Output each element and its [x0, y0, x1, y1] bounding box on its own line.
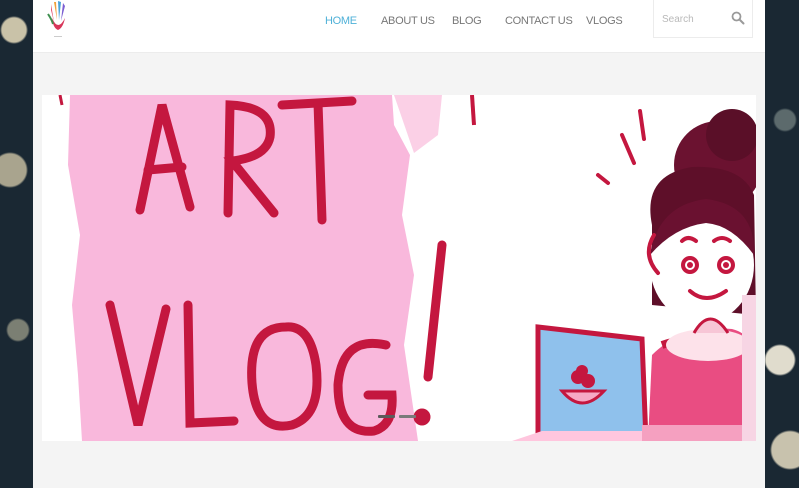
site-logo[interactable] [45, 0, 71, 40]
site-header: HOME ABOUT US BLOG CONTACT US VLOGS [33, 0, 765, 53]
search-box [653, 0, 753, 38]
search-input[interactable] [662, 10, 732, 28]
hero-banner[interactable] [42, 95, 756, 441]
search-icon[interactable] [731, 11, 745, 25]
slider-dot-2[interactable] [399, 415, 416, 418]
nav-item-about-us[interactable]: ABOUT US [381, 13, 435, 29]
nav-item-contact-us[interactable]: CONTACT US [505, 13, 573, 29]
page-container: HOME ABOUT US BLOG CONTACT US VLOGS [33, 0, 765, 488]
hero-illustration [58, 95, 756, 441]
slider-dot-1[interactable] [378, 415, 395, 418]
nav-item-home[interactable]: HOME [325, 13, 357, 29]
nav-item-vlogs[interactable]: VLOGS [586, 13, 623, 29]
slider-pagination [378, 415, 416, 418]
nav-item-blog[interactable]: BLOG [452, 13, 482, 29]
